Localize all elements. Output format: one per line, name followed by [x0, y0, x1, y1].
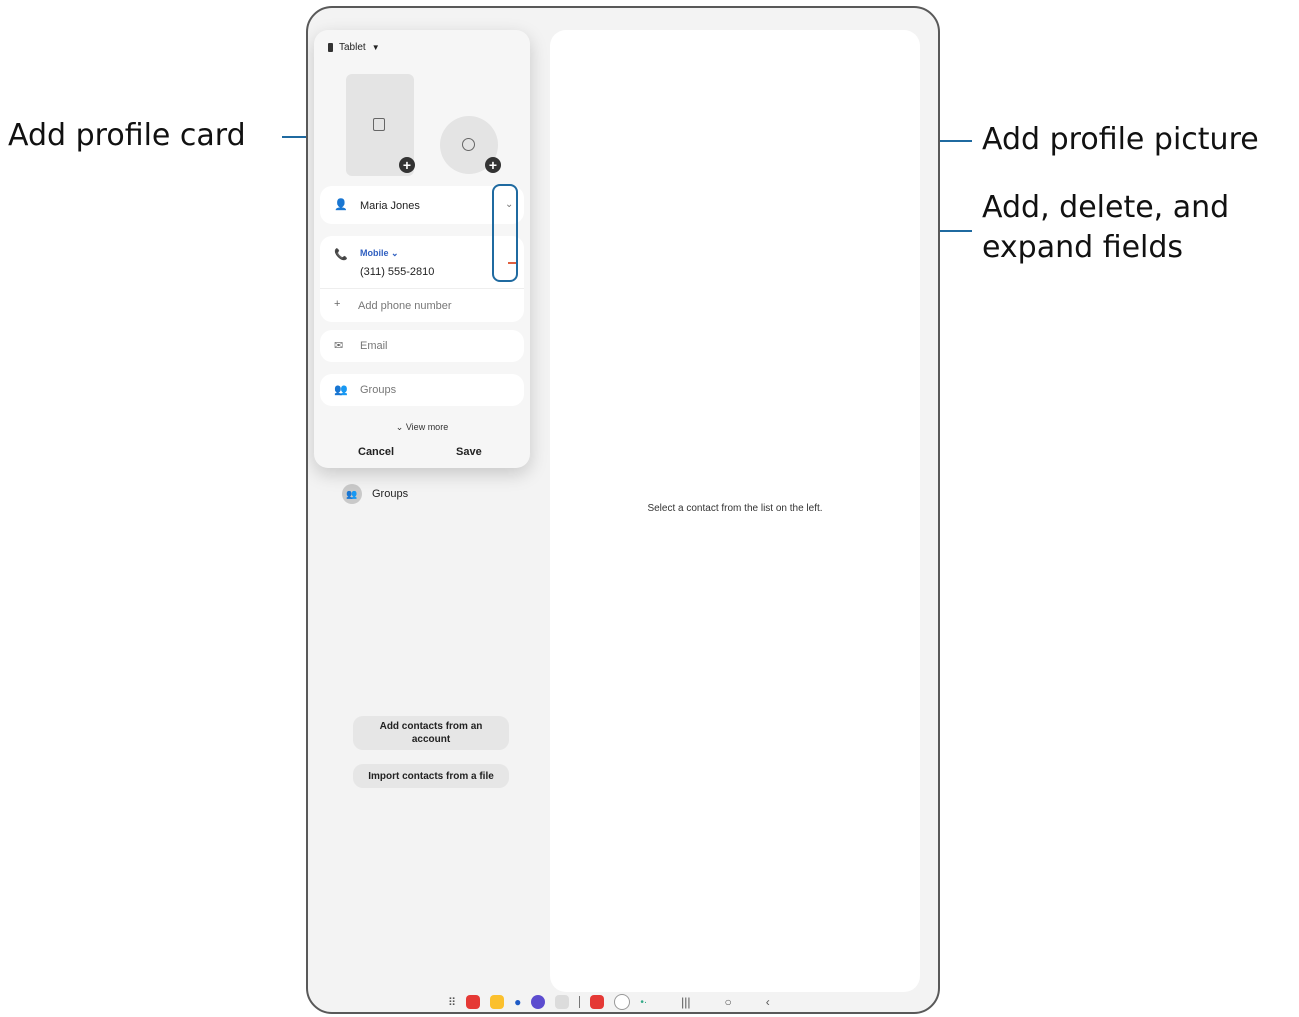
view-more-button[interactable]: ⌄ View more: [314, 422, 530, 433]
name-value: Maria Jones: [360, 200, 420, 212]
home-button[interactable]: ○: [725, 995, 732, 1009]
taskbar: ⠿ ● •· ||| ○ ‹: [448, 994, 770, 1010]
storage-selector[interactable]: Tablet ▼: [328, 42, 380, 53]
groups-placeholder: Groups: [360, 384, 397, 396]
profile-card-icon: [373, 118, 385, 131]
plus-icon: +: [334, 298, 341, 310]
add-phone-number-button[interactable]: Add phone number: [358, 300, 452, 312]
cancel-button[interactable]: Cancel: [358, 446, 394, 458]
divider: [320, 288, 524, 289]
tablet-frame: 👥 Groups Add contacts from an account Im…: [306, 6, 940, 1014]
phone-type-selector[interactable]: Mobile ⌄: [360, 248, 399, 259]
email-placeholder: Email: [360, 340, 388, 352]
tablet-device-icon: [328, 43, 333, 52]
groups-icon: 👥: [342, 484, 362, 504]
groups-row[interactable]: 👥 Groups: [342, 484, 408, 504]
back-button[interactable]: ‹: [766, 995, 770, 1009]
recents-icon[interactable]: •·: [640, 997, 647, 1008]
callout-add-profile-card: Add profile card: [8, 118, 246, 153]
internet-icon[interactable]: [531, 995, 546, 1009]
contacts-icon[interactable]: [590, 995, 605, 1009]
contact-detail-pane: Select a contact from the list on the le…: [550, 30, 920, 992]
mail-icon: ✉: [334, 340, 344, 352]
add-card-plus-icon[interactable]: +: [399, 157, 415, 173]
callout-fields-line1: Add, delete, and: [982, 190, 1230, 225]
import-contacts-from-file-button[interactable]: Import contacts from a file: [353, 764, 509, 788]
callout-add-profile-picture: Add profile picture: [982, 122, 1259, 157]
clock-icon[interactable]: [614, 994, 631, 1010]
add-picture-plus-icon[interactable]: +: [485, 157, 501, 173]
callout-fields-line2: expand fields: [982, 230, 1184, 265]
add-contacts-from-account-label: Add contacts from an account: [379, 721, 483, 745]
add-contacts-from-account-button[interactable]: Add contacts from an account: [353, 716, 509, 750]
save-button[interactable]: Save: [456, 446, 482, 458]
groups-field-icon: 👥: [334, 384, 348, 396]
avatar-icon: [462, 138, 475, 151]
groups-field[interactable]: 👥 Groups: [320, 374, 524, 406]
camera-icon[interactable]: [555, 995, 570, 1009]
empty-state-message: Select a contact from the list on the le…: [647, 503, 823, 514]
messages-icon[interactable]: ●: [514, 995, 521, 1009]
fields-highlight-box: [492, 184, 518, 282]
view-more-label: View more: [405, 422, 449, 432]
recent-apps-button[interactable]: |||: [681, 995, 690, 1009]
groups-label: Groups: [372, 488, 409, 500]
caret-down-icon: ▼: [371, 43, 380, 52]
phone-type-label: Mobile: [360, 248, 389, 258]
import-contacts-from-file-label: Import contacts from a file: [368, 770, 494, 782]
email-field[interactable]: ✉ Email: [320, 330, 524, 362]
phone-icon: 📞: [334, 249, 348, 261]
person-icon: 👤: [334, 199, 348, 211]
storage-selector-label: Tablet: [339, 42, 366, 53]
taskbar-separator: [579, 996, 581, 1008]
phone-value: (311) 555-2810: [360, 266, 435, 278]
apps-grid-icon[interactable]: ⠿: [448, 996, 456, 1009]
notes-icon[interactable]: [490, 995, 505, 1009]
youtube-music-icon[interactable]: [466, 995, 481, 1009]
